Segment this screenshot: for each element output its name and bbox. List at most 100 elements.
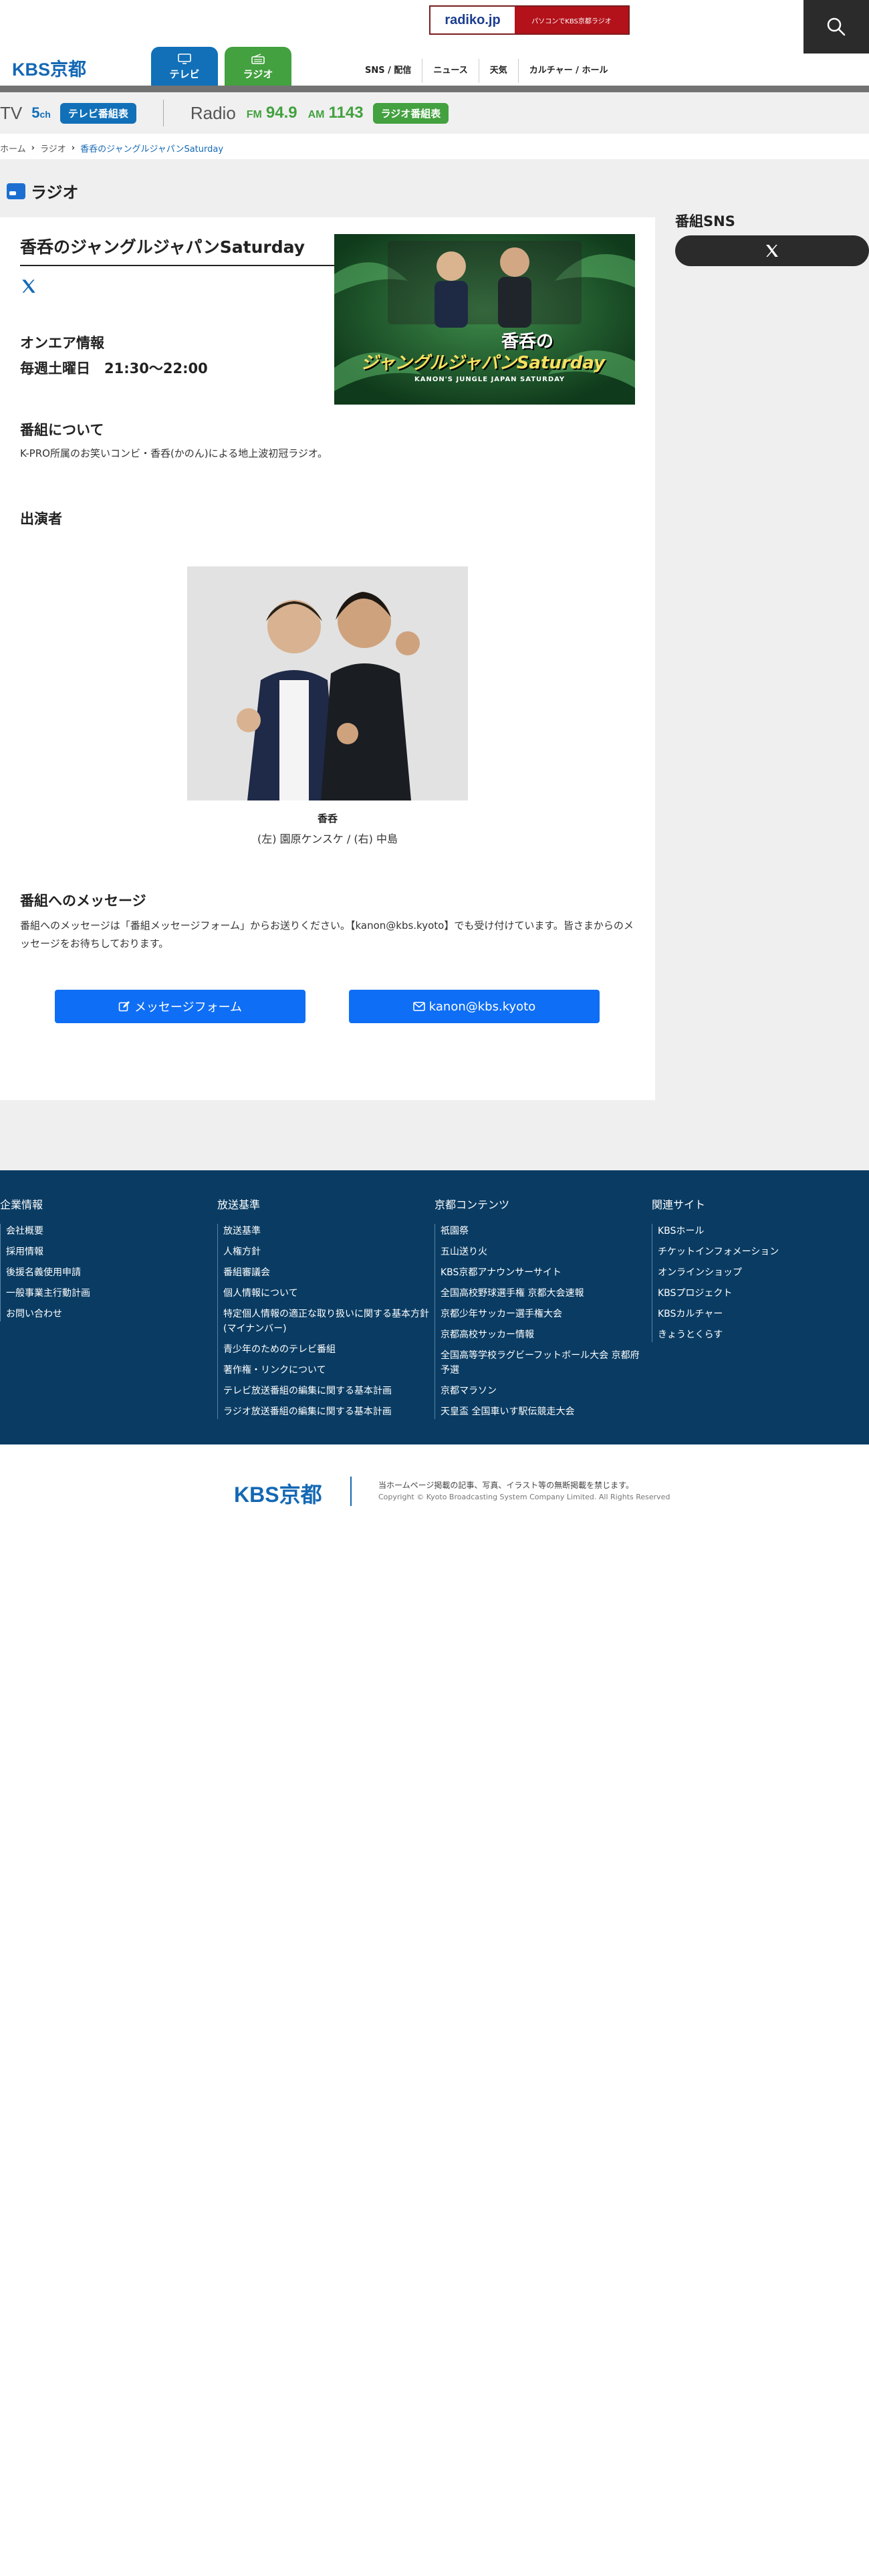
header-divider	[0, 86, 869, 92]
radio-icon	[251, 53, 265, 64]
footer-link[interactable]: 個人情報について	[223, 1286, 431, 1301]
footer-column-title: 企業情報	[0, 1198, 43, 1211]
tv-channel-number: 5	[31, 104, 40, 121]
footer-column-title: 関連サイト	[652, 1198, 706, 1211]
footer-logo[interactable]: KBS京都	[234, 1478, 322, 1509]
footer-column-related: 関連サイト KBSホール チケットインフォメーション オンラインショップ KBS…	[652, 1196, 866, 1348]
fm-freq-value: 94.9	[265, 104, 297, 122]
tab-tv-label: テレビ	[169, 68, 200, 80]
footer-link[interactable]: 会社概要	[6, 1224, 214, 1239]
message-form-button[interactable]: メッセージフォーム	[55, 990, 305, 1023]
footer-link[interactable]: 祇園祭	[441, 1224, 648, 1239]
chevron-right-icon: ›	[71, 142, 76, 153]
chevron-right-icon: ›	[31, 142, 35, 153]
am-freq-value: 1143	[328, 104, 364, 122]
tv-channel-unit: ch	[39, 109, 51, 120]
x-icon	[22, 280, 35, 293]
footer-link[interactable]: 京都高校サッカー情報	[441, 1327, 648, 1342]
footer-link[interactable]: KBS京都アナウンサーサイト	[441, 1265, 648, 1280]
nav-sns[interactable]: SNS / 配信	[354, 59, 422, 83]
radiko-banner[interactable]: radiko.jp パソコンでKBS京都ラジオ	[429, 5, 630, 35]
tab-tv[interactable]: テレビ	[151, 47, 218, 87]
footer-link[interactable]: 人権方針	[223, 1245, 431, 1259]
footer-link[interactable]: チケットインフォメーション	[658, 1245, 866, 1259]
footer-link[interactable]: きょうとくらす	[658, 1327, 866, 1342]
am-frequency: AM 1143	[308, 104, 364, 122]
tab-radio-label: ラジオ	[243, 68, 273, 80]
fm-band: FM	[246, 109, 262, 120]
footer-divider	[350, 1477, 352, 1506]
footer-link[interactable]: 採用情報	[6, 1245, 214, 1259]
nav-weather[interactable]: 天気	[478, 59, 518, 83]
breadcrumb: ホーム › ラジオ › 香呑のジャングルジャパンSaturday	[0, 138, 223, 158]
footer-link[interactable]: 著作権・リンクについて	[223, 1363, 431, 1378]
onair-heading: オンエア情報	[20, 335, 104, 351]
footer-link[interactable]: 全国高等学校ラグビーフットボール大会 京都府予選	[441, 1348, 648, 1378]
breadcrumb-home[interactable]: ホーム	[0, 142, 26, 154]
tv-schedule-button[interactable]: テレビ番組表	[59, 102, 136, 124]
broadcast-strip: TV 5ch テレビ番組表 Radio FM 94.9 AM 1143 ラジオ番組表	[0, 92, 869, 134]
search-button[interactable]	[803, 0, 869, 53]
tv-channel: 5ch	[31, 104, 51, 122]
strip-divider	[162, 100, 164, 126]
radiko-text: パソコンでKBS京都ラジオ	[515, 7, 628, 33]
sidebar-x-button[interactable]	[675, 235, 869, 266]
about-text: K-PRO所属のお笑いコンビ・香呑(かのん)による地上波初冠ラジオ。	[20, 447, 328, 459]
footer-column-standards: 放送基準 放送基準 人権方針 番組審議会 個人情報について 特定個人情報の適正な…	[217, 1196, 431, 1425]
tv-icon	[178, 53, 191, 64]
footer-column-kyoto: 京都コンテンツ 祇園祭 五山送り火 KBS京都アナウンサーサイト 全国高校野球選…	[434, 1196, 648, 1425]
radiko-logo-text: radiko.jp	[445, 12, 501, 27]
footer-link[interactable]: 天皇盃 全国車いす駅伝競走大会	[441, 1404, 648, 1419]
footer-link[interactable]: 放送基準	[223, 1224, 431, 1239]
footer-link[interactable]: KBSホール	[658, 1224, 866, 1239]
footer-link[interactable]: 後援名義使用申請	[6, 1265, 214, 1280]
section-heading-text: ラジオ	[31, 183, 79, 202]
cast-photo	[187, 566, 468, 800]
footer-link[interactable]: 特定個人情報の適正な取り扱いに関する基本方針(マイナンバー)	[223, 1307, 431, 1336]
cast-heading: 出演者	[20, 511, 62, 527]
footer-bottom: KBS京都 当ホームページ掲載の記事、写真、イラスト等の無断掲載を禁じます。 C…	[0, 1444, 869, 1538]
radiko-logo: radiko.jp	[430, 7, 515, 33]
email-button[interactable]: kanon@kbs.kyoto	[349, 990, 600, 1023]
site-header: KBS京都 radiko.jp パソコンでKBS京都ラジオ テレビ ラジオ SN…	[0, 0, 869, 87]
footer-link[interactable]: オンラインショップ	[658, 1265, 866, 1280]
footer-link[interactable]: KBSプロジェクト	[658, 1286, 866, 1301]
section-heading: ラジオ	[7, 179, 79, 203]
footer-link[interactable]: 京都マラソン	[441, 1384, 648, 1398]
breadcrumb-radio[interactable]: ラジオ	[40, 142, 66, 154]
footer-link[interactable]: 京都少年サッカー選手権大会	[441, 1307, 648, 1321]
footer-link[interactable]: KBSカルチャー	[658, 1307, 866, 1321]
nav-culture[interactable]: カルチャー / ホール	[517, 59, 619, 83]
radio-schedule-button[interactable]: ラジオ番組表	[372, 102, 449, 124]
tv-label: TV	[0, 102, 23, 123]
message-heading: 番組へのメッセージ	[20, 893, 146, 909]
radio-label: Radio	[190, 102, 236, 123]
tab-radio[interactable]: ラジオ	[225, 47, 291, 87]
footer-link[interactable]: 一般事業主行動計画	[6, 1286, 214, 1301]
footer-link[interactable]: 青少年のためのテレビ番組	[223, 1342, 431, 1357]
footer-link[interactable]: ラジオ放送番組の編集に関する基本計画	[223, 1404, 431, 1419]
nav-news[interactable]: ニュース	[422, 59, 478, 83]
message-text: 番組へのメッセージは「番組メッセージフォーム」からお送りください。【kanon@…	[20, 920, 634, 950]
footer-link[interactable]: テレビ放送番組の編集に関する基本計画	[223, 1384, 431, 1398]
x-icon	[766, 245, 778, 257]
radio-section-icon	[7, 183, 25, 199]
footer-link[interactable]: 五山送り火	[441, 1245, 648, 1259]
cast-members: (左) 園原ケンスケ / (右) 中島	[257, 833, 398, 845]
x-share-link[interactable]	[20, 278, 37, 298]
search-icon	[827, 17, 846, 36]
site-logo[interactable]: KBS京都	[12, 55, 86, 81]
footer-column-title: 京都コンテンツ	[434, 1198, 510, 1211]
about-heading: 番組について	[20, 422, 104, 438]
footer-link[interactable]: 全国高校野球選手権 京都大会速報	[441, 1286, 648, 1301]
footer-nav: 企業情報 会社概要 採用情報 後援名義使用申請 一般事業主行動計画 お問い合わせ…	[0, 1170, 869, 1444]
am-band: AM	[307, 109, 325, 120]
envelope-icon	[412, 1002, 425, 1011]
footer-link[interactable]: 番組審議会	[223, 1265, 431, 1280]
edit-icon	[118, 1001, 130, 1012]
email-label: kanon@kbs.kyoto	[428, 999, 536, 1014]
program-title: 香呑のジャングルジャパンSaturday	[20, 234, 334, 266]
fm-frequency: FM 94.9	[247, 104, 297, 122]
footer-link[interactable]: お問い合わせ	[6, 1307, 214, 1321]
hero-subtitle: KANON'S JUNGLE JAPAN SATURDAY	[414, 376, 566, 383]
